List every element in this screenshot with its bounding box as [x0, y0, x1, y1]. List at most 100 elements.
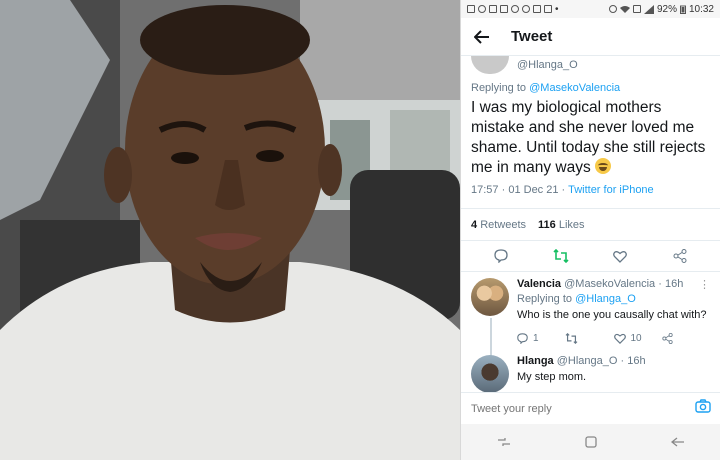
tweet-text: I was my biological mothers mistake and … [471, 98, 710, 178]
selfie-image [0, 0, 460, 460]
reply-reply-button[interactable]: 1 [517, 333, 565, 344]
tweet-body: I was my biological mothers mistake and … [471, 99, 706, 176]
google-icon [511, 5, 519, 13]
heart-icon [613, 333, 626, 344]
like-count: 10 [630, 332, 642, 344]
back-arrow-icon [474, 29, 489, 44]
replying-to: Replying to @Hlanga_O [517, 293, 710, 305]
system-nav-bar [461, 424, 720, 460]
reply-count: 1 [533, 332, 539, 344]
sync-icon [522, 5, 530, 13]
likes-count[interactable]: 116 Likes [538, 219, 585, 231]
reply-body: Valencia @MasekoValencia · 16h ⋮ Replyin… [517, 278, 710, 347]
reply-author-handle[interactable]: @MasekoValencia [564, 278, 655, 290]
system-back-button[interactable] [666, 430, 690, 454]
avatar[interactable] [471, 355, 509, 393]
alarm-icon [608, 5, 617, 13]
reply-like-button[interactable]: 10 [613, 332, 662, 344]
engagement-counts: 4 Retweets 116 Likes [471, 209, 710, 240]
back-button[interactable] [471, 26, 493, 48]
replying-prefix: Replying to [517, 293, 573, 305]
reply-author-name[interactable]: Valencia [517, 278, 561, 290]
retweets-label: Retweets [480, 219, 527, 231]
tweet-author: @Hlanga_O [471, 54, 710, 76]
reply-icon [494, 249, 508, 263]
gallery-icon [489, 5, 497, 13]
reply-retweet-button[interactable] [565, 332, 613, 344]
dot-icon: • [555, 3, 559, 15]
tweet-actions [471, 241, 710, 271]
recents-icon [498, 438, 511, 446]
clock: 10:32 [688, 3, 714, 15]
status-icons-right: 92% 10:32 [608, 3, 714, 15]
reply-age: · 16h [658, 278, 684, 290]
battery-icon [679, 5, 686, 14]
retweets-number: 4 [471, 219, 478, 231]
reply-actions: 1 10 [517, 329, 710, 347]
battery-percent: 92% [656, 3, 677, 15]
reply-icon [517, 332, 528, 344]
reply-text: My step mom. [517, 371, 587, 383]
heart-icon [613, 250, 628, 263]
share-button[interactable] [670, 246, 690, 266]
replying-to-link[interactable]: @Hlanga_O [575, 293, 636, 305]
retweet-icon [565, 332, 578, 344]
reply-header: Hlanga @Hlanga_O · 16h [517, 355, 710, 367]
status-icons-left: • [467, 4, 559, 15]
download-icon [544, 5, 552, 13]
page-title: Tweet [511, 28, 553, 45]
reply-author-handle[interactable]: @Hlanga_O [557, 355, 618, 367]
back-arrow-icon [670, 437, 684, 447]
tweet-meta: 17:57 · 01 Dec 21 · Twitter for iPhone [471, 184, 710, 196]
tweet-time: 17:57 [471, 184, 499, 196]
retweet-button[interactable] [551, 246, 571, 266]
home-icon [585, 436, 597, 448]
retweets-count[interactable]: 4 Retweets [471, 219, 526, 231]
reply-header: Valencia @MasekoValencia · 16h ⋮ [517, 278, 710, 291]
camera-button[interactable] [695, 399, 711, 418]
message-icon [467, 5, 475, 13]
replying-to-link[interactable]: @MasekoValencia [529, 82, 620, 94]
camera-icon [695, 399, 711, 413]
reply-age: · 16h [620, 355, 646, 367]
avatar[interactable] [471, 56, 509, 74]
reply-share-button[interactable] [662, 332, 710, 344]
avatar[interactable] [471, 278, 509, 316]
signal-icon [643, 4, 654, 14]
profile-photo [0, 0, 460, 460]
share-icon [673, 249, 687, 263]
wifi-icon [619, 6, 630, 13]
more-options-icon[interactable]: ⋮ [699, 278, 710, 291]
reply-composer [461, 392, 720, 424]
tweet-source-link[interactable]: Twitter for iPhone [568, 184, 654, 196]
share-icon [662, 332, 673, 344]
tweet-date: 01 Dec 21 [508, 184, 559, 196]
replying-to: Replying to @MasekoValencia [471, 82, 710, 94]
reply-tweet[interactable]: Hlanga @Hlanga_O · 16h My step mom. [461, 347, 720, 393]
retweet-icon [553, 249, 569, 263]
app-header: Tweet [461, 18, 720, 56]
meta-separator: · [501, 184, 506, 196]
reply-button[interactable] [491, 246, 511, 266]
like-button[interactable] [610, 246, 630, 266]
phone-screen: • 92% 10:32 Tweet @Hlanga_O Replying to … [460, 0, 720, 460]
check-icon [533, 5, 541, 13]
reply-tweet[interactable]: Valencia @MasekoValencia · 16h ⋮ Replyin… [461, 272, 720, 360]
data-icon [632, 5, 641, 13]
voicemail-icon [478, 5, 486, 13]
gallery-icon [500, 5, 508, 13]
main-tweet: @Hlanga_O Replying to @MasekoValencia I … [461, 54, 720, 272]
laughing-tears-emoji-icon [595, 158, 612, 174]
reply-body: Hlanga @Hlanga_O · 16h My step mom. [517, 355, 710, 393]
likes-number: 116 [538, 219, 556, 231]
home-button[interactable] [579, 430, 603, 454]
reply-text: Who is the one you causally chat with? [517, 309, 707, 321]
reply-author-name[interactable]: Hlanga [517, 355, 554, 367]
meta-separator: · [561, 184, 566, 196]
author-handle[interactable]: @Hlanga_O [517, 59, 578, 71]
replying-prefix: Replying to [471, 82, 527, 94]
reply-input[interactable] [471, 402, 671, 415]
recents-button[interactable] [492, 430, 516, 454]
likes-label: Likes [558, 219, 585, 231]
status-bar: • 92% 10:32 [461, 0, 720, 18]
